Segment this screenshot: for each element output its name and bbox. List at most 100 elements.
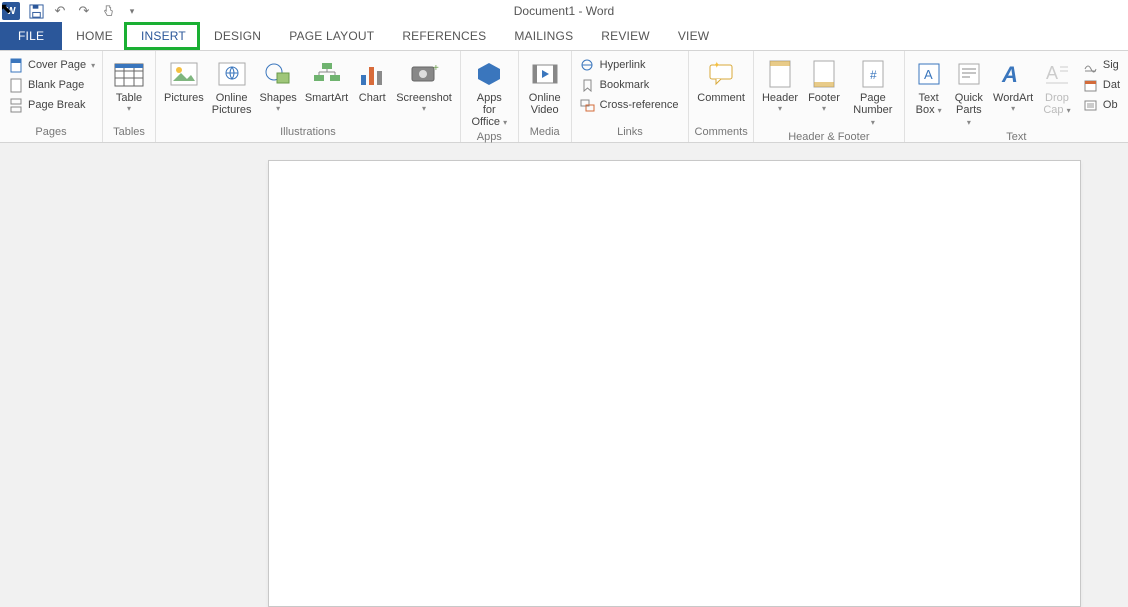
table-label: Table — [116, 92, 142, 104]
date-time-button[interactable]: Dat — [1081, 76, 1122, 94]
online-pictures-icon — [216, 58, 248, 90]
group-links: Hyperlink Bookmark Cross-reference Links — [572, 51, 690, 142]
group-pages-label: Pages — [4, 126, 98, 142]
comment-icon: ✦ — [705, 58, 737, 90]
redo-button[interactable]: ↷ — [76, 3, 92, 19]
svg-text:A: A — [1001, 62, 1018, 87]
save-button[interactable] — [28, 3, 44, 19]
group-illustrations: Pictures OnlinePictures Shapes ▾ SmartAr… — [156, 51, 461, 142]
comment-button[interactable]: ✦ Comment — [693, 54, 749, 126]
shapes-label: Shapes — [260, 92, 297, 104]
group-text: A TextBox ▾ QuickParts ▾ A WordArt ▾ A D… — [905, 51, 1128, 142]
signature-line-button[interactable]: Sig — [1081, 56, 1122, 74]
wordart-button[interactable]: A WordArt ▾ — [989, 54, 1037, 131]
cover-page-icon — [8, 57, 24, 73]
online-pictures-label-2: Pictures — [212, 104, 252, 116]
bookmark-label: Bookmark — [600, 79, 650, 91]
header-label: Header — [762, 92, 798, 104]
table-button[interactable]: Table ▾ — [107, 54, 151, 126]
quick-access-toolbar: W ↶ ↷ ▾ — [0, 2, 140, 20]
chart-button[interactable]: Chart — [352, 54, 392, 126]
cross-reference-label: Cross-reference — [600, 99, 679, 111]
quick-parts-button[interactable]: QuickParts ▾ — [949, 54, 990, 131]
online-pictures-label-1: Online — [216, 92, 248, 104]
cursor-arrow-icon: ⬉ — [0, 0, 12, 17]
pictures-button[interactable]: Pictures — [160, 54, 208, 126]
ribbon-tabs: FILE HOME INSERT DESIGN PAGE LAYOUT REFE… — [0, 22, 1128, 51]
svg-text:#: # — [870, 68, 877, 82]
smartart-button[interactable]: SmartArt — [301, 54, 352, 126]
chevron-down-icon: ▾ — [967, 118, 971, 127]
cover-page-button[interactable]: Cover Page ▾ — [6, 56, 97, 74]
page-number-button[interactable]: # PageNumber ▾ — [846, 54, 900, 131]
hyperlink-button[interactable]: Hyperlink — [578, 56, 681, 74]
page-number-icon: # — [857, 58, 889, 90]
tab-page-layout[interactable]: PAGE LAYOUT — [275, 22, 388, 50]
drop-cap-button[interactable]: A DropCap ▾ — [1037, 54, 1077, 131]
pictures-icon — [168, 58, 200, 90]
tab-file[interactable]: FILE — [0, 22, 62, 50]
page-number-label-2: Number — [853, 104, 892, 116]
qat-customize-button[interactable]: ▾ — [124, 3, 140, 19]
object-icon — [1083, 97, 1099, 113]
touch-mode-button[interactable] — [100, 3, 116, 19]
tab-review[interactable]: REVIEW — [587, 22, 664, 50]
drop-cap-icon: A — [1041, 58, 1073, 90]
footer-label: Footer — [808, 92, 840, 104]
chevron-down-icon: ▾ — [778, 104, 782, 113]
svg-text:+: + — [433, 63, 439, 74]
quick-parts-label-2: Parts — [956, 104, 982, 116]
chevron-down-icon: ▾ — [822, 104, 826, 113]
header-button[interactable]: Header ▾ — [758, 54, 802, 131]
screenshot-button[interactable]: + Screenshot ▾ — [392, 54, 456, 126]
cross-reference-icon — [580, 97, 596, 113]
signature-label: Sig — [1103, 59, 1119, 71]
online-video-button[interactable]: OnlineVideo — [523, 54, 567, 126]
online-pictures-button[interactable]: OnlinePictures — [208, 54, 256, 126]
object-button[interactable]: Ob — [1081, 96, 1122, 114]
tab-home[interactable]: HOME — [62, 22, 127, 50]
text-box-icon: A — [913, 58, 945, 90]
chevron-down-icon: ▾ — [938, 106, 942, 115]
group-comments: ✦ Comment Comments — [689, 51, 754, 142]
tab-mailings[interactable]: MAILINGS — [500, 22, 587, 50]
blank-page-icon — [8, 77, 24, 93]
cover-page-label: Cover Page — [28, 59, 86, 71]
page-break-button[interactable]: Page Break — [6, 96, 97, 114]
video-label-1: Online — [529, 92, 561, 104]
svg-text:A: A — [1046, 63, 1058, 83]
chevron-down-icon: ▾ — [503, 118, 507, 127]
footer-button[interactable]: Footer ▾ — [802, 54, 846, 131]
chevron-down-icon: ▾ — [871, 118, 875, 127]
group-header-footer: Header ▾ Footer ▾ # PageNumber ▾ Header … — [754, 51, 905, 142]
apps-for-office-button[interactable]: Apps forOffice ▾ — [465, 54, 514, 131]
document-workspace[interactable] — [0, 143, 1128, 607]
pictures-label: Pictures — [164, 92, 204, 104]
page-number-label-1: Page — [860, 92, 886, 104]
apps-label-2: Office — [471, 116, 500, 128]
hyperlink-label: Hyperlink — [600, 59, 646, 71]
tab-view[interactable]: VIEW — [664, 22, 723, 50]
screenshot-label: Screenshot — [396, 92, 452, 104]
group-illustrations-label: Illustrations — [160, 126, 456, 142]
blank-page-button[interactable]: Blank Page — [6, 76, 97, 94]
chevron-down-icon: ▾ — [422, 104, 426, 113]
screenshot-icon: + — [408, 58, 440, 90]
cross-reference-button[interactable]: Cross-reference — [578, 96, 681, 114]
tab-references[interactable]: REFERENCES — [388, 22, 500, 50]
object-label: Ob — [1103, 99, 1118, 111]
text-box-button[interactable]: A TextBox ▾ — [909, 54, 949, 131]
document-page[interactable] — [268, 160, 1081, 607]
video-icon — [529, 58, 561, 90]
group-apps: Apps forOffice ▾ Apps — [461, 51, 519, 142]
page-break-label: Page Break — [28, 99, 85, 111]
bookmark-button[interactable]: Bookmark — [578, 76, 681, 94]
hyperlink-icon — [580, 57, 596, 73]
group-tables: Table ▾ Tables — [103, 51, 156, 142]
undo-button[interactable]: ↶ — [52, 3, 68, 19]
ribbon-insert: Cover Page ▾ Blank Page Page Break Pages… — [0, 51, 1128, 143]
header-icon — [764, 58, 796, 90]
tab-insert[interactable]: INSERT — [127, 22, 200, 50]
shapes-button[interactable]: Shapes ▾ — [256, 54, 301, 126]
tab-design[interactable]: DESIGN — [200, 22, 275, 50]
